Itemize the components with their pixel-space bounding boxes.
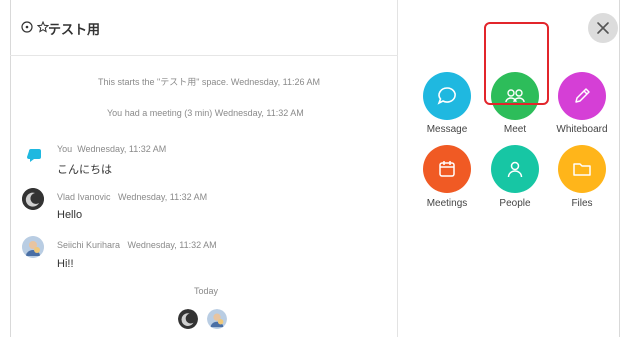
message-text: Hi!!: [57, 258, 74, 270]
avatar[interactable]: [22, 236, 44, 258]
avatar[interactable]: [22, 188, 44, 210]
meetings-button[interactable]: [423, 145, 471, 193]
message-text: Hello: [57, 209, 83, 221]
info-icon[interactable]: [20, 20, 34, 34]
whiteboard-button[interactable]: [558, 72, 606, 120]
meet-label: Meet: [503, 124, 527, 135]
files-button[interactable]: [558, 145, 606, 193]
message-text: こんにちは: [57, 164, 112, 176]
pencil-icon: [575, 88, 590, 103]
close-button[interactable]: [588, 13, 618, 43]
message-sender: You Wednesday, 11:32 AM: [57, 144, 167, 154]
files-label: Files: [571, 198, 593, 209]
message-button[interactable]: [423, 72, 471, 120]
read-receipt-avatar: [178, 309, 198, 329]
person-icon: [507, 161, 523, 178]
meetings-label: Meetings: [426, 198, 468, 209]
you-avatar-icon: [24, 145, 46, 167]
close-icon: [597, 22, 609, 34]
message-sender: Seiichi Kurihara Wednesday, 11:32 AM: [57, 240, 217, 250]
message-sender: Vlad Ivanovic Wednesday, 11:32 AM: [57, 192, 208, 202]
chat-bubble-icon: [437, 87, 456, 105]
folder-icon: [573, 163, 591, 176]
people-button[interactable]: [491, 145, 539, 193]
read-receipt-avatar: [207, 309, 227, 329]
calendar-icon: [439, 161, 455, 177]
people-label: People: [499, 198, 531, 209]
date-divider: Today: [194, 286, 219, 296]
meeting-notice: You had a meeting (3 min) Wednesday, 11:…: [107, 108, 304, 118]
whiteboard-label: Whiteboard: [556, 124, 608, 135]
space-title: テスト用: [48, 22, 101, 37]
space-start-notice: This starts the "テスト用" space. Wednesday,…: [98, 77, 320, 87]
message-label: Message: [426, 124, 468, 135]
meet-highlight-box: [484, 22, 549, 105]
